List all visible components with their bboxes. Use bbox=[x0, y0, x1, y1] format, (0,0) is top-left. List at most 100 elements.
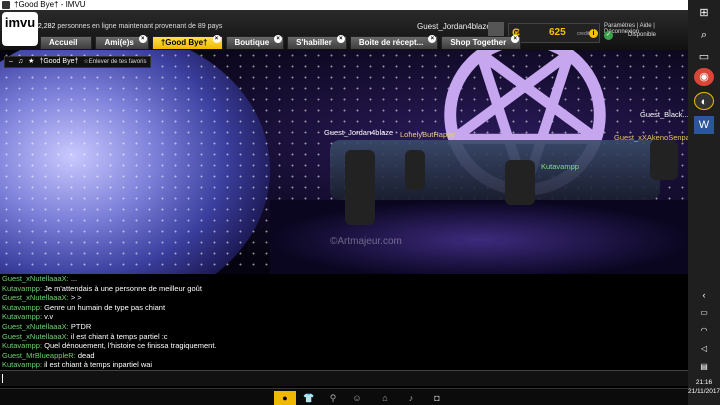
chat-message: Kutavampp: Je m'attendais à une personne… bbox=[2, 284, 688, 294]
chat-text: il est chiant à temps inpartiel wai bbox=[44, 360, 153, 370]
music-icon[interactable]: ♪ bbox=[400, 391, 422, 405]
tab-label: S'habiller bbox=[296, 38, 332, 47]
shirt-icon[interactable]: 👕 bbox=[298, 391, 320, 405]
avatar-jordan[interactable] bbox=[345, 150, 375, 225]
tab-shop[interactable]: Boutique × bbox=[225, 35, 285, 49]
tab-room[interactable]: †Good Bye† × bbox=[151, 35, 223, 49]
minus-icon[interactable]: – bbox=[9, 57, 13, 67]
close-icon[interactable]: × bbox=[138, 35, 147, 43]
tab-inbox[interactable]: Boite de récept... × bbox=[349, 35, 439, 49]
check-icon: ✓ bbox=[604, 31, 613, 40]
imvu-taskbar-icon[interactable]: ◐ bbox=[694, 92, 714, 110]
online-counter: 82,282 personnes en ligne maintenant pro… bbox=[34, 23, 222, 30]
watermark: ©Artmajeur.com bbox=[330, 236, 402, 247]
wifi-icon[interactable]: ◠ bbox=[694, 322, 714, 340]
chat-text: ... bbox=[70, 274, 78, 283]
window-titlebar: †Good Bye† - IMVU bbox=[0, 0, 688, 10]
close-icon[interactable]: × bbox=[428, 35, 437, 43]
chat-message: Kutavampp: v.v bbox=[2, 312, 688, 322]
chat-message: Kutavampp: Quel dénouement, l'histoire c… bbox=[2, 341, 688, 351]
word-icon[interactable]: W bbox=[694, 116, 714, 134]
windows-taskbar: ⊞ ⌕ ▭ ◉ ◐ W ‹ ▭ ◠ ◁ ▤ 21:16 21/11/2017 bbox=[688, 0, 720, 405]
clock-time: 21:16 bbox=[695, 379, 713, 386]
chat-log[interactable]: Guest_xNutellaaaX: ... Kutavampp: Je m'a… bbox=[0, 274, 688, 370]
chat-text: il est chiant à temps partiel :c bbox=[70, 331, 168, 341]
avatar-name-label: Guest_xXAkenoSenpaiXx bbox=[614, 133, 688, 142]
chat-message: Guest_xNutellaaaX: ... bbox=[2, 274, 688, 284]
avatar-name-label: Kutavampp bbox=[541, 162, 579, 171]
chat-message: Guest_xNutellaaaX: il est chiant à temps… bbox=[2, 332, 688, 342]
text-caret bbox=[2, 374, 3, 383]
chat-message: Kutavampp: Genre un humain de type pas c… bbox=[2, 303, 688, 313]
sofa bbox=[330, 140, 660, 200]
chat-bubble-icon[interactable]: ● bbox=[274, 391, 296, 405]
tab-label: Boite de récept... bbox=[358, 38, 424, 47]
credits-value: 625 bbox=[549, 27, 566, 38]
avatar-name-label: Guest_Jordan4blaze bbox=[324, 128, 394, 137]
star-icon[interactable]: ★ bbox=[28, 57, 34, 67]
chat-author[interactable]: Kutavampp: bbox=[2, 284, 42, 293]
camera-icon[interactable]: ◘ bbox=[426, 391, 448, 405]
avatar-akeno[interactable] bbox=[650, 140, 678, 180]
avatar-name-label: Guest_Black... bbox=[640, 110, 688, 119]
favorite-label: Enlever de tes favoris bbox=[88, 59, 147, 65]
chat-author[interactable]: Guest_xNutellaaaX: bbox=[2, 322, 69, 331]
online-count: 82,282 bbox=[34, 23, 56, 30]
close-icon[interactable]: × bbox=[511, 35, 520, 43]
remove-favorite-button[interactable]: ☆Enlever de tes favoris bbox=[83, 57, 146, 67]
chat-author[interactable]: Guest_xNutellaaaX: bbox=[2, 332, 69, 341]
close-icon[interactable]: × bbox=[212, 35, 221, 43]
chat-author[interactable]: Kutavampp: bbox=[2, 360, 42, 369]
taskbar-clock[interactable]: 21:16 21/11/2017 bbox=[688, 378, 720, 396]
credits-box[interactable]: ₢ 625 credits i bbox=[508, 23, 600, 43]
close-icon[interactable]: × bbox=[274, 35, 283, 43]
chat-text: v.v bbox=[44, 312, 54, 322]
chat-message: Guest_MrBlueappleR: dead bbox=[2, 351, 688, 361]
chat-author[interactable]: Guest_xNutellaaaX: bbox=[2, 274, 69, 283]
close-icon[interactable]: × bbox=[336, 35, 345, 43]
chat-author[interactable]: Kutavampp: bbox=[2, 303, 42, 312]
availability-status[interactable]: Disponible bbox=[628, 32, 656, 38]
chat-text: Genre un humain de type pas chiant bbox=[44, 302, 166, 312]
search-icon[interactable]: ⌕ bbox=[694, 26, 714, 44]
chat-text: > > bbox=[70, 293, 82, 303]
windows-start-icon[interactable]: ⊞ bbox=[694, 4, 714, 22]
chrome-icon[interactable]: ◉ bbox=[694, 68, 714, 86]
chat-author[interactable]: Kutavampp: bbox=[2, 341, 42, 350]
battery-icon[interactable]: ▭ bbox=[694, 304, 714, 322]
info-icon[interactable]: i bbox=[589, 29, 598, 38]
chat-author[interactable]: Kutavampp: bbox=[2, 312, 42, 321]
chat-author[interactable]: Guest_xNutellaaaX: bbox=[2, 293, 69, 302]
chat-message: Kutavampp: il est chiant à temps inparti… bbox=[2, 360, 688, 370]
tab-label: Shop Together bbox=[450, 38, 507, 47]
chevron-left-icon[interactable]: ‹ bbox=[694, 286, 714, 304]
imvu-logo[interactable]: imvu bbox=[2, 12, 38, 46]
task-view-icon[interactable]: ▭ bbox=[694, 48, 714, 66]
tab-dressup[interactable]: S'habiller × bbox=[287, 35, 347, 49]
avatar-lonely[interactable] bbox=[405, 150, 425, 190]
tab-home[interactable]: Accueil bbox=[40, 36, 93, 49]
chat-input[interactable] bbox=[0, 370, 688, 386]
tab-shop-together[interactable]: Shop Together × bbox=[441, 35, 522, 49]
room-name-bar: – ♫ ★ †Good Bye† ☆Enlever de tes favoris bbox=[4, 56, 152, 68]
music-icon[interactable]: ♫ bbox=[18, 57, 23, 67]
avatar-kutavampp[interactable] bbox=[505, 160, 535, 205]
clock-date: 21/11/2017 bbox=[688, 388, 720, 395]
room-name: †Good Bye† bbox=[39, 58, 79, 65]
chat-message: Guest_xNutellaaaX: PTDR bbox=[2, 322, 688, 332]
header-username[interactable]: Guest_Jordan4blaze bbox=[417, 22, 491, 31]
tab-label: Ami(e)s bbox=[104, 38, 134, 47]
volume-icon[interactable]: ◁ bbox=[694, 340, 714, 358]
chat-text: Je m'attendais à une personne de meilleu… bbox=[44, 283, 202, 293]
chat-text: Quel dénouement, l'histoire ce finissa t… bbox=[44, 341, 217, 351]
tab-label: Boutique bbox=[234, 38, 270, 47]
tab-friends[interactable]: Ami(e)s × bbox=[95, 35, 149, 49]
pose-icon[interactable]: ⚲ bbox=[322, 391, 344, 405]
chat-text: dead bbox=[77, 350, 95, 360]
face-icon[interactable]: ☺ bbox=[346, 391, 368, 405]
online-text: personnes en ligne maintenant provenant … bbox=[57, 23, 223, 30]
notification-icon[interactable]: ▤ bbox=[694, 358, 714, 376]
home-icon[interactable]: ⌂ bbox=[374, 391, 396, 405]
chat-author[interactable]: Guest_MrBlueappleR: bbox=[2, 351, 76, 360]
tab-bar: Accueil Ami(e)s × †Good Bye† × Boutique × S… bbox=[40, 35, 522, 50]
